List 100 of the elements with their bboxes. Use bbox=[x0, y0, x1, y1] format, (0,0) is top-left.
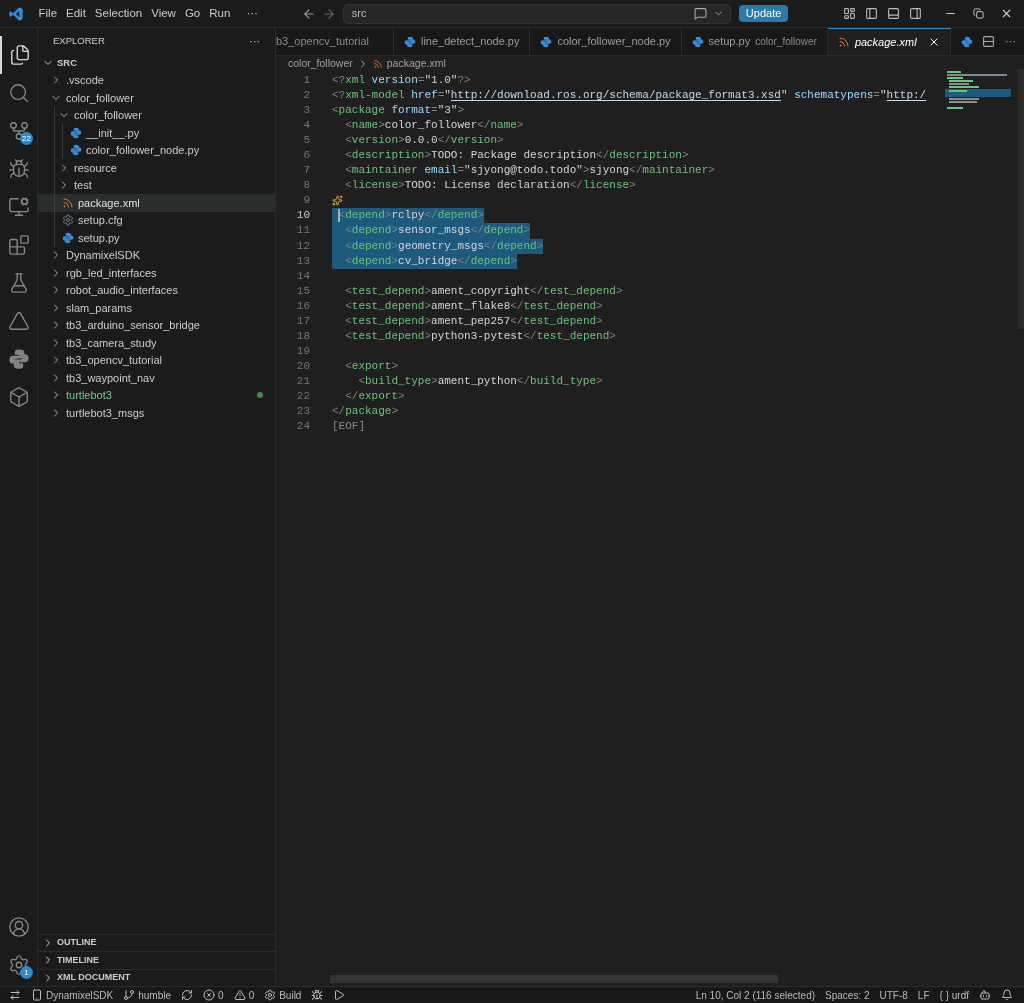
menu-item[interactable]: Edit bbox=[61, 4, 91, 23]
status-item[interactable]: humble bbox=[118, 987, 177, 1003]
more-menu[interactable]: ··· bbox=[238, 5, 266, 22]
tree-item[interactable]: package.xml bbox=[38, 194, 275, 212]
run-icon[interactable] bbox=[333, 989, 346, 1001]
chat-icon[interactable] bbox=[693, 7, 707, 20]
more-actions[interactable]: ··· bbox=[1005, 33, 1016, 50]
box-icon[interactable] bbox=[8, 386, 30, 408]
explorer-icon[interactable] bbox=[9, 44, 31, 66]
more-actions[interactable]: ··· bbox=[249, 32, 260, 50]
tree-item[interactable]: color_follower bbox=[38, 89, 275, 107]
search-icon[interactable] bbox=[8, 82, 30, 104]
tree-item[interactable]: DynamixelSDK bbox=[38, 246, 275, 264]
status-item[interactable]: Ln 10, Col 2 (116 selected) bbox=[690, 987, 821, 1003]
gear-icon bbox=[264, 989, 277, 1001]
line-number: 9 bbox=[302, 193, 310, 209]
menu-item[interactable]: View bbox=[146, 4, 181, 23]
command-search-field[interactable]: src bbox=[342, 3, 731, 24]
forward-icon[interactable] bbox=[321, 6, 336, 21]
code-line: <description>TODO: Package description</description> bbox=[344, 148, 689, 164]
split-editor-icon[interactable] bbox=[982, 35, 995, 48]
flask-icon[interactable] bbox=[8, 272, 30, 294]
menu-item[interactable]: Go bbox=[180, 4, 205, 23]
editor-tab[interactable]: color_follower_node.py bbox=[530, 28, 682, 55]
tree-item[interactable]: tb3_waypoint_nav bbox=[38, 369, 275, 387]
layout-icon[interactable] bbox=[843, 7, 856, 20]
menu-item[interactable]: Selection bbox=[90, 4, 147, 23]
code-line: <license>TODO: License declaration</license> bbox=[344, 178, 636, 194]
status-item[interactable]: DynamixelSDK bbox=[26, 987, 119, 1003]
tree-item[interactable]: setup.cfg bbox=[38, 211, 275, 229]
run-debug-icon[interactable] bbox=[8, 158, 30, 180]
close-icon[interactable] bbox=[1000, 7, 1013, 20]
tree-item[interactable]: rgb_led_interfaces bbox=[38, 264, 275, 282]
panel-right-icon[interactable] bbox=[909, 7, 922, 20]
editor-tab[interactable]: b3_opencv_tutorial bbox=[276, 28, 394, 55]
python-icon bbox=[8, 348, 30, 370]
extensions-icon[interactable] bbox=[8, 234, 30, 256]
remote-explorer-icon[interactable] bbox=[8, 196, 30, 218]
triangle-icon[interactable] bbox=[8, 310, 30, 332]
python-icon bbox=[403, 35, 416, 48]
copilot-icon[interactable] bbox=[979, 989, 991, 1001]
tree-item[interactable]: resource bbox=[38, 159, 275, 177]
update-button[interactable]: Update bbox=[738, 5, 789, 22]
editor-tab[interactable]: line_detect_node.py bbox=[393, 28, 531, 55]
status-item[interactable]: UTF-8 bbox=[874, 987, 913, 1003]
line-number: 16 bbox=[295, 298, 310, 314]
tree-item[interactable]: tb3_arduino_sensor_bridge bbox=[38, 316, 275, 334]
tree-item[interactable]: .vscode bbox=[38, 71, 275, 89]
breadcrumb-item[interactable]: package.xml bbox=[386, 56, 446, 72]
activity-item[interactable]: 1 bbox=[0, 946, 38, 984]
tree-item[interactable]: color_follower_node.py bbox=[38, 141, 275, 159]
sparkle-icon[interactable] bbox=[332, 195, 343, 207]
sync-icon bbox=[181, 989, 194, 1001]
status-item[interactable]: Spaces: 2 bbox=[820, 987, 875, 1003]
tree-item[interactable]: turtlebot3 bbox=[38, 386, 275, 404]
code-line: <name>color_follower</name> bbox=[344, 118, 524, 134]
count-badge: 1 bbox=[20, 966, 33, 979]
tree-item[interactable]: tb3_camera_study bbox=[38, 334, 275, 352]
status-item[interactable]: 0 bbox=[198, 987, 229, 1003]
panel-left-icon[interactable] bbox=[865, 7, 878, 20]
status-item[interactable]: Build bbox=[259, 987, 307, 1003]
debug-icon[interactable] bbox=[311, 989, 324, 1001]
line-number: 5 bbox=[302, 133, 310, 149]
warning-icon bbox=[233, 989, 246, 1001]
settings-icon[interactable] bbox=[8, 954, 30, 976]
editor-tab[interactable]: setup.py color_follower bbox=[681, 28, 828, 55]
folder-header[interactable]: SRC bbox=[38, 54, 275, 72]
status-item[interactable]: 0 bbox=[228, 987, 260, 1003]
tree-item[interactable]: __init__.py bbox=[38, 124, 275, 142]
tree-item[interactable]: robot_audio_interfaces bbox=[38, 281, 275, 299]
tree-item[interactable]: tb3_opencv_tutorial bbox=[38, 351, 275, 369]
menu-item[interactable]: Run bbox=[204, 4, 235, 23]
section-header[interactable]: OUTLINE bbox=[38, 933, 275, 951]
line-number: 7 bbox=[302, 163, 310, 179]
tree-item[interactable]: turtlebot3_msgs bbox=[38, 404, 275, 422]
restore-icon[interactable] bbox=[973, 8, 984, 19]
menu-item[interactable]: File bbox=[34, 4, 62, 23]
tree-item[interactable]: test bbox=[38, 176, 275, 194]
rss-icon bbox=[837, 36, 850, 48]
code-line: </package> bbox=[332, 404, 399, 420]
status-item[interactable]: { } urdf bbox=[934, 987, 974, 1003]
python-icon bbox=[62, 231, 74, 244]
status-item[interactable]: LF bbox=[912, 987, 935, 1003]
activity-item[interactable]: 22 bbox=[0, 112, 38, 150]
line-number: 19 bbox=[295, 343, 310, 359]
tree-item[interactable]: setup.py bbox=[38, 229, 275, 247]
tree-item[interactable]: slam_params bbox=[38, 299, 275, 317]
source-control-icon[interactable] bbox=[8, 120, 30, 142]
breadcrumb-item[interactable]: color_follower bbox=[288, 56, 353, 72]
code-line: </export> bbox=[344, 389, 405, 404]
back-icon[interactable] bbox=[301, 6, 316, 21]
gear-icon bbox=[62, 214, 74, 227]
account-icon[interactable] bbox=[8, 916, 30, 938]
line-number: 20 bbox=[295, 358, 310, 374]
bell-icon[interactable] bbox=[1001, 989, 1013, 1001]
panel-bottom-icon[interactable] bbox=[887, 7, 900, 20]
line-number: 23 bbox=[295, 404, 310, 420]
editor-tab[interactable]: package.xml bbox=[827, 28, 951, 55]
section-header[interactable]: TIMELINE bbox=[38, 951, 275, 969]
tree-item[interactable]: color_follower bbox=[38, 106, 275, 124]
